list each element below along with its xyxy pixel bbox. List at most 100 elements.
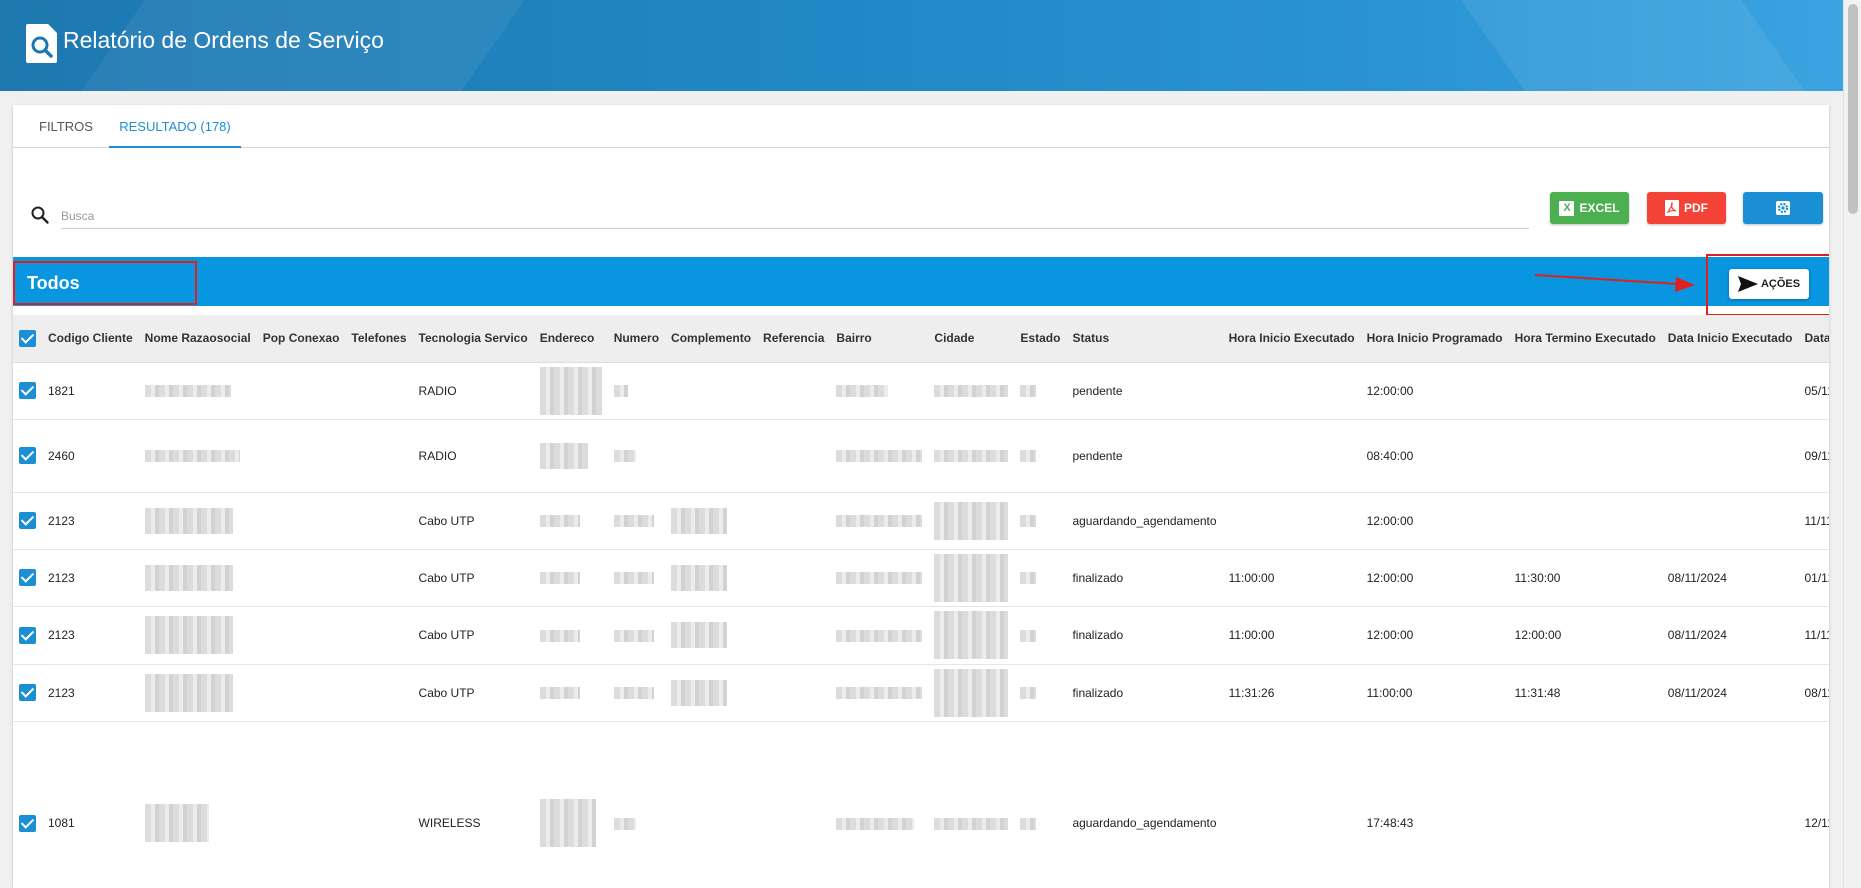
- cell-tecnologia: WIRELESS: [412, 721, 534, 888]
- cell-data-inicio-prog: 08/11/2024: [1798, 664, 1829, 722]
- cell-empty: [345, 721, 413, 888]
- tab-resultado[interactable]: RESULTADO (178): [109, 105, 241, 148]
- column-header[interactable]: Endereco: [533, 315, 608, 363]
- search-toolbar: X EXCEL PDF: [13, 149, 1829, 262]
- send-icon: [1737, 276, 1758, 292]
- table-row[interactable]: 1081 WIRELESS aguardando_agendamento 17:…: [13, 721, 1829, 888]
- column-header[interactable]: Hora Inicio Programado: [1360, 315, 1509, 363]
- cell-codigo: 2123: [42, 664, 139, 722]
- cell-redacted: [665, 664, 758, 722]
- row-checkbox[interactable]: [19, 569, 36, 586]
- column-header[interactable]: Nome Razaosocial: [138, 315, 257, 363]
- cell-hora-inicio-exec: [1222, 721, 1361, 888]
- cell-redacted: [533, 419, 608, 493]
- cell-hora-inicio-exec: 11:00:00: [1222, 549, 1361, 607]
- cell-hora-inicio-exec: [1222, 492, 1361, 550]
- cell-hora-termino-exec: 12:00:00: [1508, 606, 1662, 665]
- export-pdf-button[interactable]: PDF: [1647, 192, 1726, 224]
- row-checkbox[interactable]: [19, 626, 36, 644]
- cell-redacted: [533, 721, 608, 888]
- column-header[interactable]: Data Inicio Programa: [1798, 315, 1829, 363]
- cell-status: finalizado: [1066, 606, 1223, 665]
- cell-redacted: [138, 419, 257, 493]
- row-select-cell: [13, 419, 42, 493]
- cell-redacted: [928, 419, 1015, 493]
- cell-data-inicio-prog: 09/11/2024: [1798, 419, 1829, 493]
- cell-redacted: [533, 362, 608, 420]
- cell-codigo: 2460: [42, 419, 139, 493]
- column-header[interactable]: Complemento: [665, 315, 758, 363]
- cell-redacted: [928, 492, 1015, 550]
- cell-redacted: [1014, 606, 1067, 665]
- table-row[interactable]: 2460 RADIO pendente 08:40:00 09/11/2024: [13, 419, 1829, 493]
- cell-codigo: 1081: [42, 721, 139, 888]
- cell-data-inicio-exec: 08/11/2024: [1661, 664, 1799, 722]
- row-checkbox[interactable]: [19, 447, 36, 464]
- row-select-cell: [13, 362, 42, 420]
- cell-data-inicio-exec: 08/11/2024: [1661, 549, 1799, 607]
- cell-redacted: [138, 664, 257, 722]
- column-header[interactable]: Bairro: [830, 315, 929, 363]
- table-row[interactable]: 2123 Cabo UTP finalizado 11:31:26 11:00:…: [13, 664, 1829, 722]
- table-row[interactable]: 2123 Cabo UTP finalizado 11:00:00 12:00:…: [13, 549, 1829, 607]
- tab-filtros[interactable]: FILTROS: [39, 105, 93, 148]
- actions-button[interactable]: AÇÕES: [1729, 269, 1809, 299]
- cell-redacted: [830, 664, 929, 722]
- row-checkbox[interactable]: [19, 512, 36, 529]
- cell-redacted: [830, 419, 929, 493]
- pdf-label: PDF: [1684, 201, 1708, 215]
- column-header[interactable]: Tecnologia Servico: [412, 315, 534, 363]
- column-header[interactable]: Referencia: [757, 315, 831, 363]
- cell-redacted: [665, 492, 758, 550]
- cell-empty: [757, 664, 831, 722]
- table-row[interactable]: 1821 RADIO pendente 12:00:00 05/11/2024: [13, 362, 1829, 420]
- cell-tecnologia: Cabo UTP: [412, 492, 534, 550]
- column-header[interactable]: Estado: [1014, 315, 1067, 363]
- page-scrollbar[interactable]: [1843, 0, 1861, 888]
- cell-redacted: [138, 362, 257, 420]
- column-header[interactable]: Codigo Cliente: [42, 315, 139, 363]
- cell-status: aguardando_agendamento: [1066, 721, 1223, 888]
- table-row[interactable]: 2123 Cabo UTP aguardando_agendamento 12:…: [13, 492, 1829, 550]
- actions-label: AÇÕES: [1760, 278, 1801, 290]
- column-header[interactable]: Status: [1066, 315, 1223, 363]
- cell-empty: [256, 606, 346, 665]
- cell-status: pendente: [1066, 362, 1223, 420]
- cell-redacted: [533, 549, 608, 607]
- column-header[interactable]: Telefones: [345, 315, 413, 363]
- row-checkbox[interactable]: [19, 684, 36, 701]
- selection-title: Todos selecionados: [13, 261, 197, 333]
- cell-hora-termino-exec: [1508, 419, 1662, 493]
- report-search-icon: [26, 24, 57, 63]
- row-select-cell: [13, 492, 42, 550]
- excel-icon: X: [1559, 200, 1575, 216]
- row-select-cell: [13, 664, 42, 722]
- column-header[interactable]: Hora Termino Executado: [1508, 315, 1662, 363]
- row-checkbox[interactable]: [19, 382, 36, 399]
- export-excel-button[interactable]: X EXCEL: [1550, 192, 1629, 224]
- column-header[interactable]: Numero: [607, 315, 666, 363]
- settings-button[interactable]: [1743, 192, 1823, 224]
- cell-empty: [256, 549, 346, 607]
- table-row[interactable]: 2123 Cabo UTP finalizado 11:00:00 12:00:…: [13, 606, 1829, 665]
- cell-redacted: [138, 492, 257, 550]
- column-header[interactable]: Pop Conexao: [256, 315, 346, 363]
- column-header[interactable]: Hora Inicio Executado: [1222, 315, 1361, 363]
- row-checkbox[interactable]: [19, 814, 36, 832]
- cell-tecnologia: RADIO: [412, 419, 534, 493]
- cell-empty: [345, 362, 413, 420]
- cell-hora-inicio-prog: 08:40:00: [1360, 419, 1509, 493]
- cell-tecnologia: Cabo UTP: [412, 549, 534, 607]
- cell-status: finalizado: [1066, 549, 1223, 607]
- cell-redacted: [665, 549, 758, 607]
- column-header[interactable]: Data Inicio Executado: [1661, 315, 1799, 363]
- scrollbar-thumb[interactable]: [1848, 4, 1858, 214]
- search-input[interactable]: [61, 204, 1529, 229]
- column-header[interactable]: Cidade: [928, 315, 1015, 363]
- cell-redacted: [607, 362, 666, 420]
- cell-hora-termino-exec: [1508, 362, 1662, 420]
- cell-tecnologia: Cabo UTP: [412, 664, 534, 722]
- cell-codigo: 2123: [42, 492, 139, 550]
- select-all-checkbox[interactable]: [19, 329, 36, 347]
- cell-data-inicio-exec: [1661, 492, 1799, 550]
